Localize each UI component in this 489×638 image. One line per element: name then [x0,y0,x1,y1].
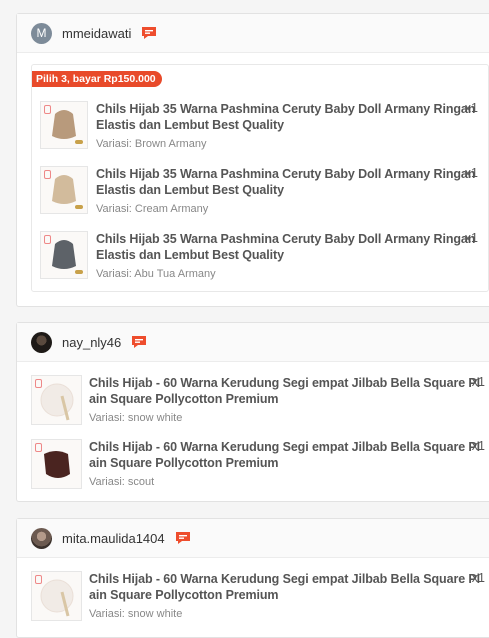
item-quantity: x1 [471,375,485,389]
product-thumbnail[interactable] [40,231,88,279]
hijab-image-icon [44,451,70,478]
bundle-deal-group: Pilih 3, bayar Rp150.000 Chils Hijab 35 … [31,64,489,292]
product-title[interactable]: Chils Hijab - 60 Warna Kerudung Segi emp… [89,571,485,603]
item-info: Chils Hijab - 60 Warna Kerudung Segi emp… [89,375,485,425]
list-item[interactable]: Chils Hijab 35 Warna Pashmina Ceruty Bab… [40,101,478,150]
chat-icon[interactable] [175,531,191,545]
chat-icon[interactable] [141,26,157,40]
item-variant: Variasi: snow white [89,412,183,424]
username[interactable]: mmeidawati [62,26,131,41]
product-thumbnail[interactable] [31,439,82,489]
order-header: nay_nly46 [17,323,489,362]
hijab-image-icon [40,383,74,421]
chat-icon[interactable] [131,335,147,349]
item-info: Chils Hijab - 60 Warna Kerudung Segi emp… [89,571,485,621]
list-item[interactable]: Chils Hijab - 60 Warna Kerudung Segi emp… [31,439,485,489]
avatar-letter: M [36,26,47,40]
product-thumbnail[interactable] [31,571,82,621]
avatar[interactable] [31,527,52,549]
order-header: M mmeidawati [17,14,489,53]
item-variant: Variasi: Cream Armany [96,203,209,215]
username[interactable]: mita.maulida1404 [62,531,165,546]
item-info: Chils Hijab - 60 Warna Kerudung Segi emp… [89,439,485,489]
item-quantity: x1 [464,166,478,180]
order-card-1: M mmeidawati Pilih 3, bayar Rp150.000 Ch… [16,13,489,307]
item-quantity: x1 [471,571,485,585]
tag-icon [75,140,83,144]
tag-icon [75,205,83,209]
product-title[interactable]: Chils Hijab 35 Warna Pashmina Ceruty Bab… [96,101,478,133]
list-item[interactable]: Chils Hijab - 60 Warna Kerudung Segi emp… [31,375,485,425]
username[interactable]: nay_nly46 [62,335,121,350]
avatar[interactable] [31,331,52,353]
item-variant: Variasi: snow white [89,608,183,620]
product-title[interactable]: Chils Hijab - 60 Warna Kerudung Segi emp… [89,375,485,407]
promo-badge: Pilih 3, bayar Rp150.000 [32,71,162,87]
item-info: Chils Hijab 35 Warna Pashmina Ceruty Bab… [96,101,478,150]
product-thumbnail[interactable] [40,101,88,149]
order-card-2: nay_nly46 Chils Hijab - 60 Warna Kerudun… [16,322,489,502]
item-quantity: x1 [464,231,478,245]
order-card-3: mita.maulida1404 Chils Hijab - 60 Warna … [16,518,489,638]
item-info: Chils Hijab 35 Warna Pashmina Ceruty Bab… [96,166,478,215]
product-title[interactable]: Chils Hijab 35 Warna Pashmina Ceruty Bab… [96,231,478,263]
item-variant: Variasi: Brown Armany [96,138,207,150]
order-header: mita.maulida1404 [17,519,489,558]
product-title[interactable]: Chils Hijab 35 Warna Pashmina Ceruty Bab… [96,166,478,198]
item-quantity: x1 [471,439,485,453]
item-variant: Variasi: scout [89,476,155,488]
list-item[interactable]: Chils Hijab 35 Warna Pashmina Ceruty Bab… [40,166,478,215]
item-quantity: x1 [464,101,478,115]
item-info: Chils Hijab 35 Warna Pashmina Ceruty Bab… [96,231,478,280]
product-thumbnail[interactable] [31,375,82,425]
item-variant: Variasi: Abu Tua Armany [96,268,216,280]
list-item[interactable]: Chils Hijab - 60 Warna Kerudung Segi emp… [31,571,485,621]
hijab-image-icon [40,579,74,617]
avatar[interactable]: M [31,22,52,44]
list-item[interactable]: Chils Hijab 35 Warna Pashmina Ceruty Bab… [40,231,478,280]
tag-icon [75,270,83,274]
product-thumbnail[interactable] [40,166,88,214]
product-title[interactable]: Chils Hijab - 60 Warna Kerudung Segi emp… [89,439,485,471]
